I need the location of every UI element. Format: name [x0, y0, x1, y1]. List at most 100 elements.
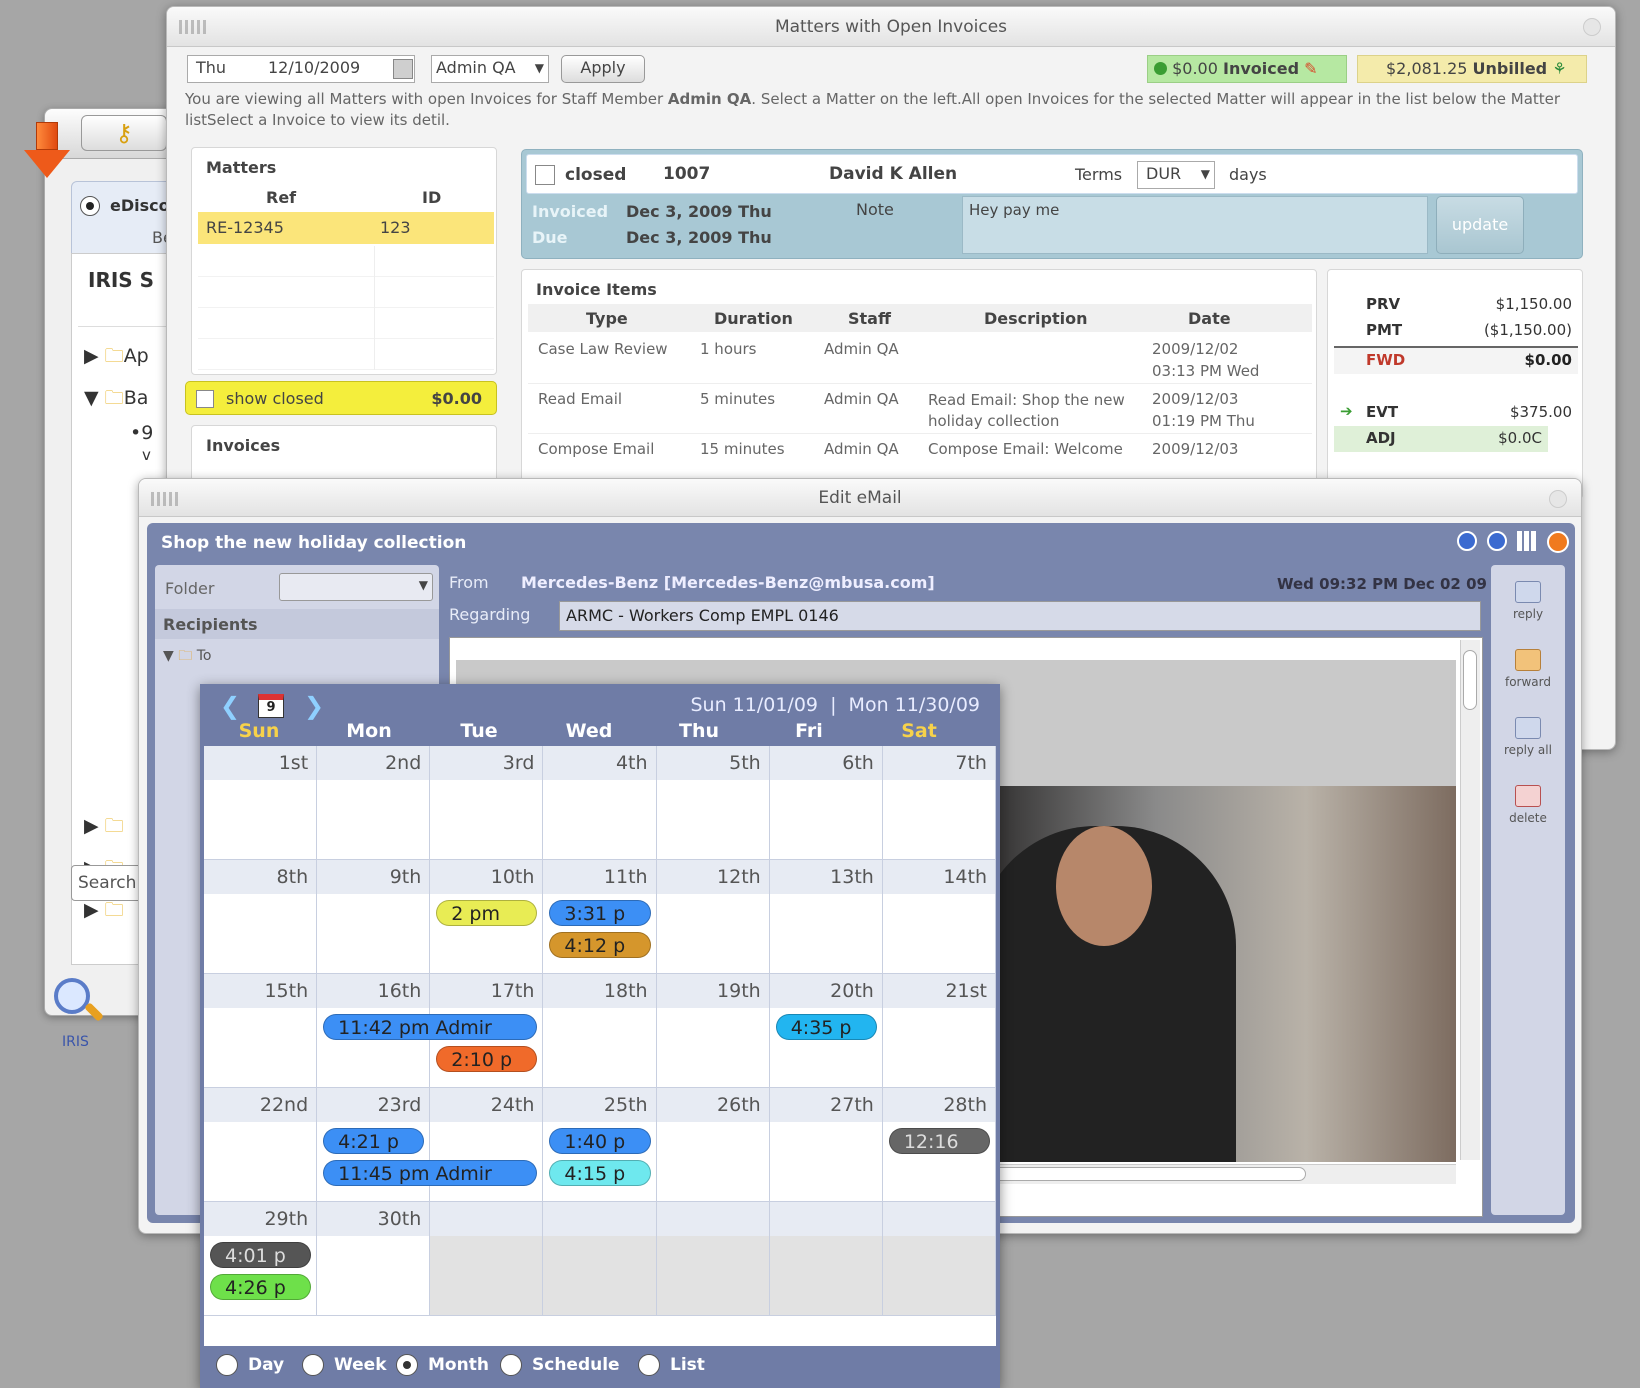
- day-number[interactable]: 9th: [317, 860, 431, 894]
- regarding-field[interactable]: ARMC - Workers Comp EMPL 0146: [559, 601, 1481, 631]
- day-number[interactable]: 2nd: [317, 746, 431, 780]
- calendar-event[interactable]: 4:15 p: [549, 1160, 651, 1186]
- forward-button[interactable]: forward: [1491, 645, 1565, 705]
- arrow-down-icon[interactable]: [24, 122, 70, 178]
- tree-subitem-2[interactable]: v: [142, 446, 151, 464]
- day-number[interactable]: 24th: [430, 1088, 544, 1122]
- day-cell[interactable]: [656, 1122, 770, 1202]
- view-radio-list[interactable]: [638, 1354, 660, 1376]
- day-cell[interactable]: [204, 780, 318, 860]
- day-number[interactable]: 18th: [543, 974, 657, 1008]
- scroll-thumb[interactable]: [1463, 650, 1477, 710]
- day-cell[interactable]: [204, 894, 318, 974]
- day-cell[interactable]: [317, 780, 431, 860]
- day-cell[interactable]: [317, 1236, 431, 1316]
- day-number[interactable]: 12th: [656, 860, 770, 894]
- day-number[interactable]: 27th: [769, 1088, 883, 1122]
- day-cell[interactable]: [882, 780, 996, 860]
- view-radio-schedule[interactable]: [500, 1354, 522, 1376]
- view-radio-week[interactable]: [302, 1354, 324, 1376]
- day-cell[interactable]: [882, 1008, 996, 1088]
- day-cell[interactable]: [204, 1122, 318, 1202]
- update-button[interactable]: update: [1436, 196, 1524, 254]
- day-number[interactable]: 11th: [543, 860, 657, 894]
- day-number[interactable]: [769, 1202, 883, 1236]
- day-number[interactable]: 10th: [430, 860, 544, 894]
- day-number[interactable]: 28th: [882, 1088, 996, 1122]
- day-cell[interactable]: [430, 1236, 544, 1316]
- show-closed-bar[interactable]: show closed $0.00: [185, 381, 497, 415]
- tree-item-ap[interactable]: ▶ 🗀Ap: [84, 342, 149, 374]
- day-number[interactable]: 13th: [769, 860, 883, 894]
- day-number[interactable]: 17th: [430, 974, 544, 1008]
- recipients-to[interactable]: ▼ 🗀 To: [163, 645, 211, 669]
- day-number[interactable]: 8th: [204, 860, 318, 894]
- calendar-event[interactable]: 1:40 p: [549, 1128, 651, 1154]
- invoices-titlebar[interactable]: Matters with Open Invoices: [167, 7, 1615, 47]
- day-number[interactable]: 14th: [882, 860, 996, 894]
- day-cell[interactable]: [543, 1008, 657, 1088]
- minimize-icon[interactable]: [1457, 531, 1477, 551]
- calendar-event[interactable]: 4:01 p: [210, 1242, 312, 1268]
- restore-icon[interactable]: [1487, 531, 1507, 551]
- day-cell[interactable]: [769, 1122, 883, 1202]
- table-row[interactable]: RE-12345 123: [198, 212, 494, 244]
- calendar-event[interactable]: 4:26 p: [210, 1274, 312, 1300]
- calendar-event[interactable]: 2 pm: [436, 900, 538, 926]
- day-cell[interactable]: [317, 894, 431, 974]
- vertical-scrollbar[interactable]: [1460, 640, 1480, 1160]
- day-cell[interactable]: [656, 780, 770, 860]
- day-cell[interactable]: [769, 780, 883, 860]
- email-titlebar[interactable]: Edit eMail: [139, 479, 1581, 517]
- tree-subitem[interactable]: •9: [130, 422, 153, 444]
- day-number[interactable]: 20th: [769, 974, 883, 1008]
- table-row[interactable]: Read Email 5 minutes Admin QA Read Email…: [528, 384, 1312, 434]
- day-number[interactable]: 16th: [317, 974, 431, 1008]
- calendar-event[interactable]: 4:12 p: [549, 932, 651, 958]
- calendar-event[interactable]: 4:35 p: [775, 1014, 877, 1040]
- prev-month-icon[interactable]: ❮: [220, 692, 240, 720]
- day-number[interactable]: 1st: [204, 746, 318, 780]
- day-number[interactable]: 6th: [769, 746, 883, 780]
- view-radio-day[interactable]: [216, 1354, 238, 1376]
- reply-button[interactable]: reply: [1491, 577, 1565, 637]
- edisco-radio[interactable]: [80, 196, 100, 216]
- day-cell[interactable]: [656, 1008, 770, 1088]
- delete-button[interactable]: delete: [1491, 781, 1565, 841]
- grid-icon[interactable]: [1517, 531, 1537, 551]
- calendar-event[interactable]: 11:45 pm Admir: [323, 1160, 538, 1186]
- close-icon[interactable]: [1549, 490, 1567, 508]
- day-cell[interactable]: [430, 780, 544, 860]
- calendar-picker-icon[interactable]: [393, 59, 413, 79]
- day-number[interactable]: 7th: [882, 746, 996, 780]
- day-cell[interactable]: [543, 780, 657, 860]
- day-number[interactable]: 3rd: [430, 746, 544, 780]
- magnifier-icon[interactable]: [54, 978, 104, 1028]
- day-number[interactable]: 29th: [204, 1202, 318, 1236]
- day-number[interactable]: 19th: [656, 974, 770, 1008]
- calendar-event[interactable]: 4:21 p: [323, 1128, 425, 1154]
- calendar-event[interactable]: 11:42 pm Admir: [323, 1014, 538, 1040]
- tree-item-folder[interactable]: ▶ 🗀: [84, 812, 124, 844]
- day-number[interactable]: 4th: [543, 746, 657, 780]
- folder-select[interactable]: ▼: [279, 573, 433, 601]
- unbilled-badge[interactable]: $2,081.25 Unbilled ⚘: [1357, 55, 1587, 83]
- day-cell[interactable]: [882, 1236, 996, 1316]
- day-cell[interactable]: [882, 894, 996, 974]
- day-number[interactable]: [656, 1202, 770, 1236]
- day-number[interactable]: [430, 1202, 544, 1236]
- closed-checkbox[interactable]: [535, 165, 555, 185]
- day-field[interactable]: Thu 12/10/2009: [187, 55, 415, 83]
- note-field[interactable]: Hey pay me: [962, 196, 1428, 254]
- key-button[interactable]: ⚷: [81, 115, 167, 151]
- next-month-icon[interactable]: ❯: [304, 692, 324, 720]
- calendar-icon[interactable]: 9: [258, 694, 284, 718]
- table-row[interactable]: Case Law Review 1 hours Admin QA 2009/12…: [528, 334, 1312, 384]
- day-cell[interactable]: [656, 1236, 770, 1316]
- day-cell[interactable]: [204, 1008, 318, 1088]
- day-number[interactable]: [882, 1202, 996, 1236]
- day-number[interactable]: 21st: [882, 974, 996, 1008]
- day-number[interactable]: [543, 1202, 657, 1236]
- day-number[interactable]: 22nd: [204, 1088, 318, 1122]
- day-number[interactable]: 5th: [656, 746, 770, 780]
